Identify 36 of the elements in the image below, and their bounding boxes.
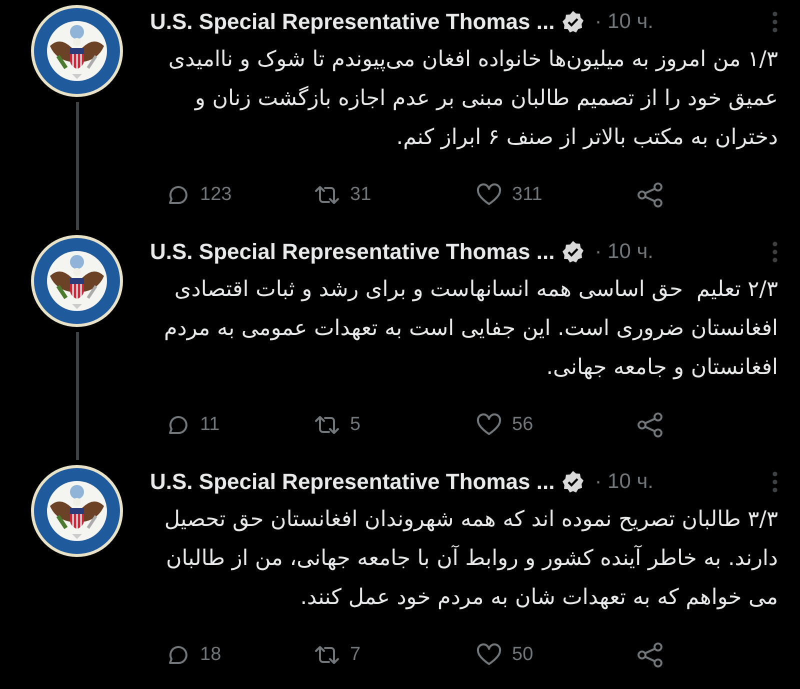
reply-count: 18 — [200, 644, 222, 666]
retweet-count: 7 — [350, 644, 361, 666]
like-count: 311 — [512, 184, 542, 206]
author-name[interactable]: U.S. Special Representative Thomas ... — [150, 239, 555, 265]
timestamp: · 10 ч. — [594, 470, 654, 494]
heart-icon — [476, 183, 502, 207]
retweet-icon — [314, 413, 340, 437]
reply-icon — [166, 183, 190, 207]
tweet-text: ۳/۳ طالبان تصریح نموده اند که همه شهروندان افغانستان حق تحصیل دارند. به خاطر آینده کشور و روابط آن با جامعه جهانی، من از طالبان می خواهم که به تعهدات شان به مردم خود عمل کنند. — [163, 506, 778, 612]
share-icon — [636, 182, 664, 208]
retweet-icon — [314, 643, 340, 667]
author-name[interactable]: U.S. Special Representative Thomas ... — [150, 469, 555, 495]
seal-icon — [30, 4, 124, 98]
more-icon[interactable] — [772, 241, 778, 263]
reply-count: 123 — [200, 184, 232, 206]
heart-icon — [476, 413, 502, 437]
retweet-count: 31 — [350, 184, 372, 206]
timestamp: · 10 ч. — [594, 10, 654, 34]
share-icon — [636, 642, 664, 668]
more-icon[interactable] — [772, 471, 778, 493]
more-icon[interactable] — [772, 11, 778, 33]
reply-icon — [166, 413, 190, 437]
reply-icon — [166, 643, 190, 667]
author-name[interactable]: U.S. Special Representative Thomas ... — [150, 9, 555, 35]
retweet-count: 5 — [350, 414, 361, 436]
timestamp: · 10 ч. — [594, 240, 654, 264]
seal-icon — [30, 464, 124, 558]
seal-icon — [30, 234, 124, 328]
retweet-icon — [314, 183, 340, 207]
tweet-text: ۲/۳ تعلیم حق اساسی همه انسانهاست و برای رشد و ثبات اقتصادی افغانستان ضروری است. این جفایی است به تعهدات عمومی به مردم افغانستان و جامعه جهانی. — [162, 276, 778, 382]
like-count: 56 — [512, 414, 534, 436]
like-count: 50 — [512, 644, 534, 666]
heart-icon — [476, 643, 502, 667]
share-icon — [636, 412, 664, 438]
tweet-text: ۱/۳ من امروز به میلیون‌ها خانواده افغان می‌پیوندم تا شوک و ناامیدی عمیق خود را از تصمیم طالبان مبنی بر عدم اجازه بازگشت زنان و دختران به مکتب بالاتر از صنف ۶ ابراز کنم. — [167, 46, 778, 152]
reply-count: 11 — [200, 414, 220, 436]
